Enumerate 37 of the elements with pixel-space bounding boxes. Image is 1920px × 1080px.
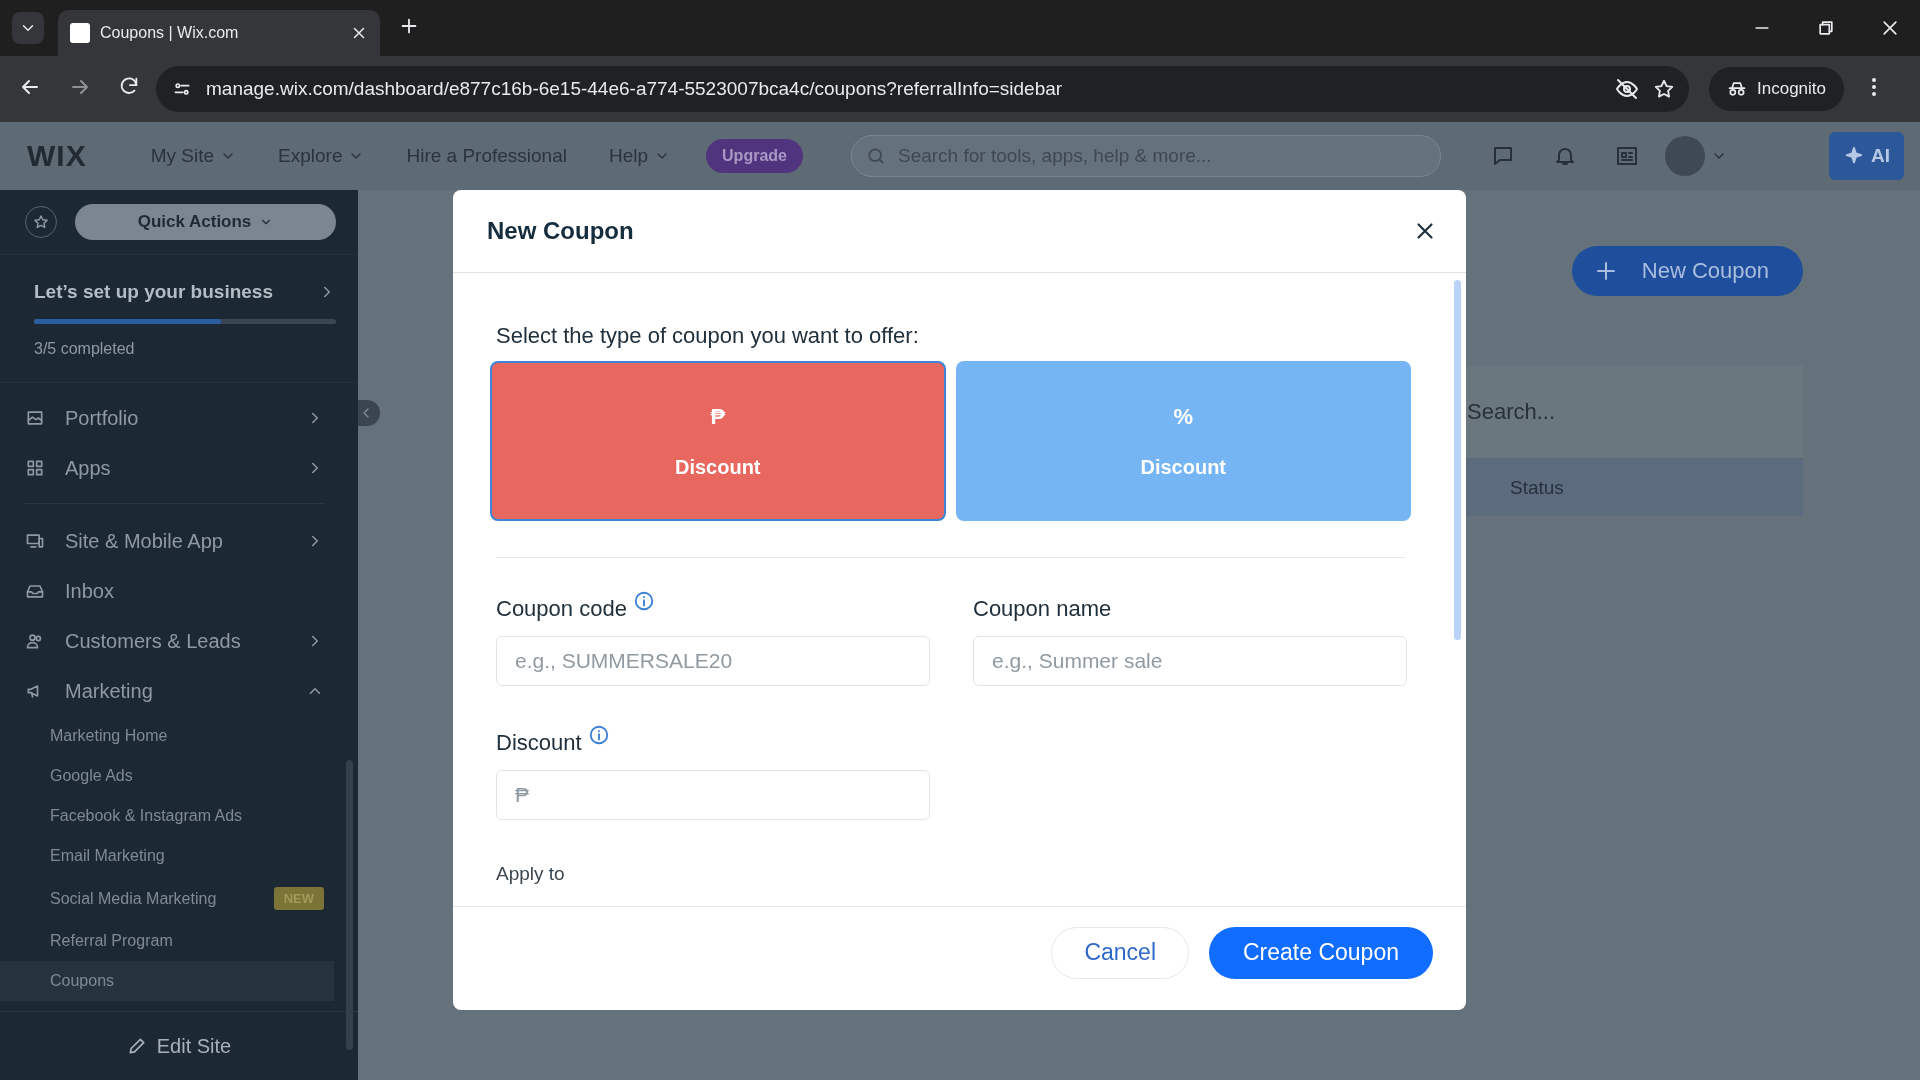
field-label: Coupon code [496, 596, 627, 622]
browser-tab[interactable]: Coupons | Wix.com [58, 10, 380, 56]
coupon-type-option[interactable]: % Discount [955, 361, 1411, 521]
sidebar-item[interactable]: Portfolio [25, 393, 324, 443]
field-label: Discount [496, 730, 582, 756]
coupon-type-option[interactable]: ₱ Discount [490, 361, 946, 521]
sidebar-item[interactable]: Marketing [25, 666, 324, 716]
sidebar-subitem[interactable]: Referral Program [0, 921, 334, 961]
sidebar-item[interactable]: Inbox [25, 566, 324, 616]
wix-logo[interactable]: WIX [27, 139, 87, 173]
nav-menu-item[interactable]: My Site [140, 139, 247, 173]
section-label: Apply to [496, 862, 566, 886]
column-header[interactable]: Status [1463, 459, 1803, 516]
create-coupon-button[interactable]: Create Coupon [1209, 926, 1433, 979]
incognito-button[interactable]: Incognito [1709, 67, 1844, 111]
prompt-text: Select the type of coupon you want to offer: [496, 323, 920, 349]
sidebar-item[interactable]: Apps [25, 443, 324, 493]
cancel-button[interactable]: Cancel [1051, 926, 1189, 979]
field-label: Coupon name [973, 596, 1112, 622]
dialog-title: New Coupon [487, 217, 634, 245]
input-field[interactable]: e.g., Summer sale [973, 636, 1407, 686]
progress-text: 3/5 completed [34, 340, 136, 358]
ai-button[interactable]: AI [1829, 132, 1904, 180]
quick-actions-button[interactable]: Quick Actions [75, 204, 336, 240]
input-field[interactable]: ₱ [496, 770, 930, 820]
nav-menu-item[interactable]: Explore [268, 139, 375, 173]
sidebar-subitem[interactable]: Google Ads [0, 756, 334, 796]
sidebar-item[interactable]: Site & Mobile App [25, 516, 324, 566]
setup-title[interactable]: Let’s set up your business [34, 281, 318, 303]
sidebar-subitem[interactable]: Marketing Home [0, 716, 334, 756]
input-field[interactable]: e.g., SUMMERSALE20 [496, 636, 930, 686]
new-coupon-button[interactable]: New Coupon [1571, 246, 1803, 296]
sidebar-subitem[interactable]: Coupons [0, 961, 334, 1001]
sidebar-subitem[interactable]: Email Marketing [0, 836, 334, 876]
upgrade-button[interactable]: Upgrade [706, 139, 803, 173]
sidebar-subitem[interactable]: Facebook & Instagram Ads [0, 796, 334, 836]
sidebar-item[interactable]: Customers & Leads [25, 616, 324, 666]
